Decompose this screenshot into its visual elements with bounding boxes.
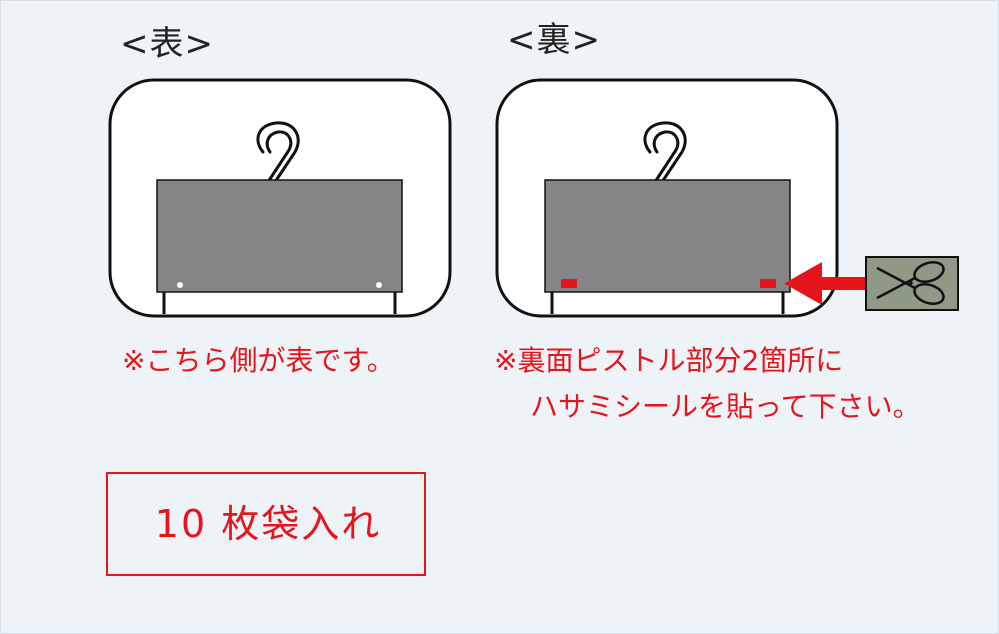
back-note-line2: ハサミシールを貼って下さい。 bbox=[530, 390, 921, 423]
scissors-icon bbox=[865, 256, 959, 311]
back-note-line1: ※裏面ピストル部分2箇所に bbox=[494, 344, 844, 377]
bag-count-label: 10 枚袋入れ bbox=[154, 502, 382, 546]
front-card-hole-right bbox=[376, 282, 382, 288]
sticker-marker-left bbox=[561, 279, 577, 288]
front-panel bbox=[108, 78, 452, 318]
front-note: ※こちら側が表です。 bbox=[122, 344, 395, 377]
back-panel bbox=[495, 78, 959, 318]
sticker-marker-right bbox=[760, 279, 776, 288]
front-card-hole-left bbox=[177, 282, 183, 288]
bag-count-box: 10 枚袋入れ bbox=[106, 472, 426, 576]
back-card bbox=[544, 179, 791, 293]
front-card bbox=[156, 179, 403, 293]
